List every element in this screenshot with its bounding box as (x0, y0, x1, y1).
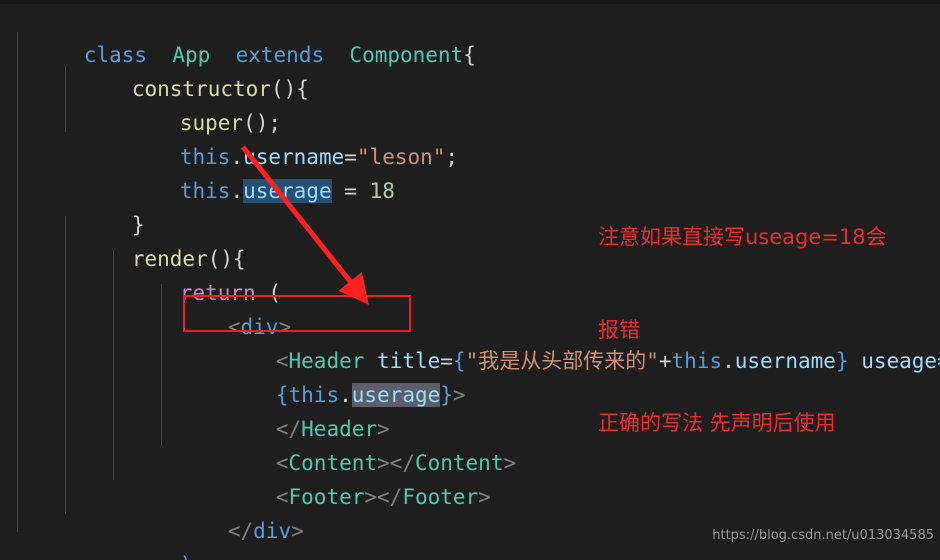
annotation-line-2: 报错 (598, 318, 640, 342)
annotation-line-3: 正确的写法 先声明后使用 (598, 411, 836, 435)
code-line-17[interactable]: } (0, 548, 940, 560)
code-line-2[interactable]: constructor(){ (0, 38, 940, 101)
code-line-1[interactable]: class App extends Component{ (0, 4, 940, 67)
code-editor-screenshot: class App extends Component{ constructor… (0, 0, 940, 560)
annotation-note: 注意如果直接写useage=18会 报错 正确的写法 先声明后使用 (598, 160, 938, 501)
annotation-line-1: 注意如果直接写useage=18会 (598, 225, 887, 249)
code-line-3[interactable]: super(); (0, 72, 940, 135)
watermark-url: https://blog.csdn.net/u013034585 (712, 528, 934, 543)
code-line-4[interactable]: this.username="leson"; (0, 106, 940, 169)
